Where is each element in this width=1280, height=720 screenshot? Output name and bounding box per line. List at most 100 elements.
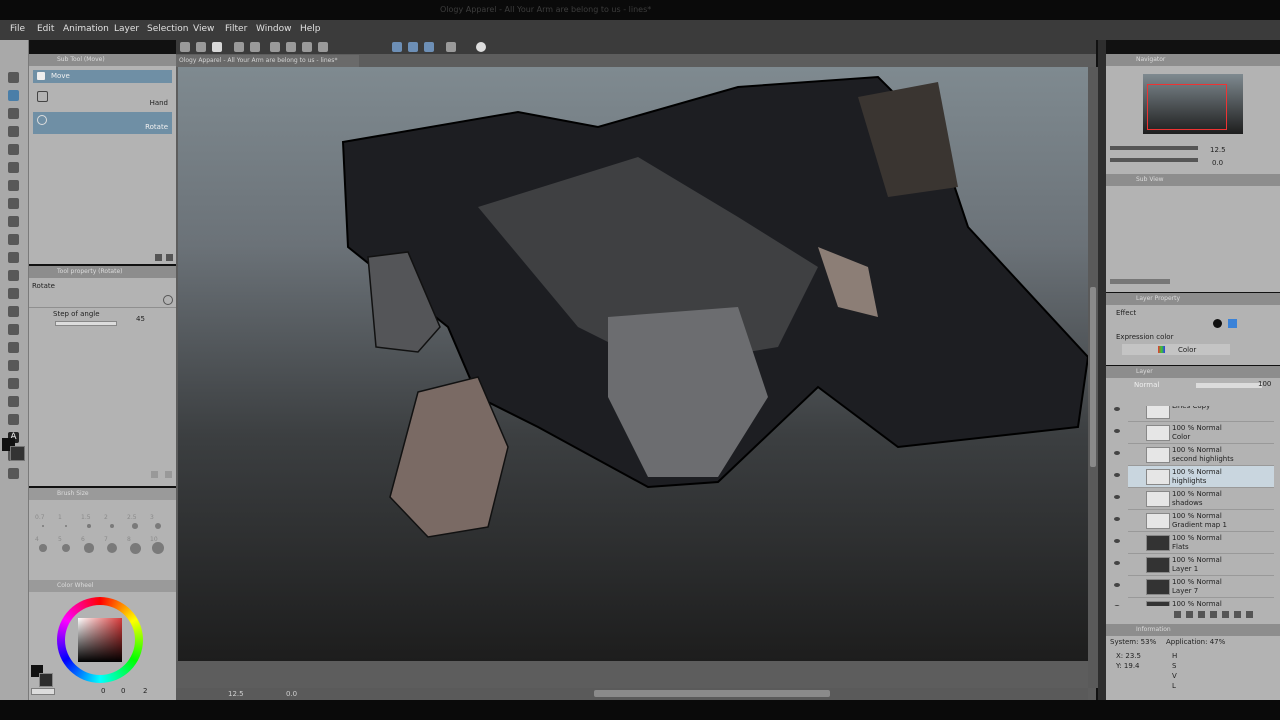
blend-mode-dropdown[interactable]: Normal [1134,381,1159,389]
eraser-tool-icon[interactable] [8,306,19,317]
horizontal-scrollbar[interactable]: 12.5 0.0 [176,688,1088,700]
fill-icon[interactable] [286,42,296,52]
layer-settings-icon[interactable] [446,42,456,52]
pencil-tool-icon[interactable] [8,234,19,245]
layer-visibility-icon[interactable] [1114,539,1120,543]
navigator-rotation-value[interactable]: 0.0 [1212,159,1223,167]
menu-edit[interactable]: Edit [37,24,54,34]
layer-visibility-icon[interactable] [1114,429,1120,433]
layer-row[interactable]: 100 % Normal Flats [1114,532,1274,554]
subtool-move[interactable]: Move [33,70,172,83]
brush-size-option[interactable]: 5 [56,536,76,556]
tool-property-search-icon[interactable] [163,295,173,305]
navigator-rotate-slider[interactable] [1110,158,1198,162]
horizontal-scroll-thumb[interactable] [594,690,830,697]
layer-row[interactable]: Lines Copy [1114,406,1274,422]
menu-help[interactable]: Help [300,24,321,34]
save-icon[interactable] [212,42,222,52]
brush-size-option[interactable]: 1 [56,514,76,534]
layer-visibility-icon[interactable] [1114,517,1120,521]
frame-tool-icon[interactable] [8,396,19,407]
color-wheel-toggle[interactable] [31,688,55,695]
vertical-scroll-thumb[interactable] [1090,287,1096,467]
brush-size-option[interactable]: 3 [148,514,168,534]
sub-color-swatch[interactable] [10,446,25,461]
layer-visibility-icon[interactable] [1114,605,1120,606]
undo-icon[interactable] [234,42,244,52]
layer-row[interactable]: 100 % NormalLayer 6 [1114,598,1274,606]
menu-animation[interactable]: Animation [63,24,109,34]
auto-select-icon[interactable] [8,180,19,191]
brush-size-option[interactable]: 2.5 [125,514,145,534]
tool-property-settings-icon[interactable] [165,471,172,478]
layer-visibility-icon[interactable] [1114,473,1120,477]
menu-view[interactable]: View [193,24,214,34]
brush-size-option[interactable]: 10 [148,536,168,556]
brush-size-option[interactable]: 4 [33,536,53,556]
zoom-tool-icon[interactable] [8,72,19,83]
eyedropper-icon[interactable] [8,198,19,209]
duplicate-layer-icon[interactable] [1234,611,1241,618]
help-icon[interactable] [476,42,486,52]
hue-ring[interactable] [57,597,143,683]
expression-color-dropdown[interactable]: Color [1122,344,1230,355]
blend-tool-icon[interactable] [8,324,19,335]
subtool-hand[interactable]: Hand [33,88,172,110]
tool-property-wrench-icon[interactable] [151,471,158,478]
brush-tool-icon[interactable] [8,252,19,263]
layer-row[interactable]: 100 % Normal Color [1114,422,1274,444]
snap-special-icon[interactable] [424,42,434,52]
layer-row[interactable]: 100 % Normal highlights [1114,466,1274,488]
ruler-tool-icon[interactable] [8,414,19,425]
menu-filter[interactable]: Filter [225,24,247,34]
fill-tool-icon[interactable] [8,342,19,353]
new-folder-icon[interactable] [1198,611,1205,618]
step-of-angle-slider[interactable] [55,321,117,326]
layer-visibility-icon[interactable] [1114,451,1120,455]
menu-window[interactable]: Window [256,24,292,34]
snap-grid-icon[interactable] [408,42,418,52]
secondary-color-swatch[interactable] [39,673,53,687]
clear-icon[interactable] [270,42,280,52]
redo-icon[interactable] [250,42,260,52]
layer-row[interactable]: 100 % Normal Layer 7 [1114,576,1274,598]
menu-file[interactable]: File [10,24,25,34]
layer-visibility-icon[interactable] [1114,495,1120,499]
subtool-delete-icon[interactable] [166,254,173,261]
drawing-canvas[interactable] [178,67,1088,661]
subtool-rotate[interactable]: Rotate [33,112,172,134]
subview-slider[interactable] [1110,279,1170,284]
deselect-icon[interactable] [318,42,328,52]
lasso-tool-icon[interactable] [8,162,19,173]
brush-size-option[interactable]: 0.7 [33,514,53,534]
layer-visibility-icon[interactable] [1114,407,1120,411]
subtool-menu-icon[interactable] [155,254,162,261]
effect-border-icon[interactable] [1213,319,1222,328]
open-icon[interactable] [196,42,206,52]
opacity-slider[interactable] [1196,383,1262,388]
document-tab[interactable]: Ology Apparel - All Your Arm are belong … [176,55,359,67]
navigator-zoom-value[interactable]: 12.5 [1210,146,1226,154]
menu-layer[interactable]: Layer [114,24,139,34]
move-layer-icon[interactable] [8,126,19,137]
snap-ruler-icon[interactable] [392,42,402,52]
navigator-viewport-frame[interactable] [1147,84,1227,130]
menu-selection[interactable]: Selection [147,24,188,34]
figure-tool-icon[interactable] [8,378,19,389]
layer-row[interactable]: 100 % Normal second highlights [1114,444,1274,466]
layer-visibility-icon[interactable] [1114,561,1120,565]
layer-row[interactable]: 100 % Normal shadows [1114,488,1274,510]
delete-layer-icon[interactable] [1246,611,1253,618]
decoration-tool-icon[interactable] [8,288,19,299]
layer-row[interactable]: 100 % Normal Gradient map 1 [1114,510,1274,532]
brush-size-option[interactable]: 1.5 [79,514,99,534]
correct-line-icon[interactable] [8,468,19,479]
layer-row[interactable]: 100 % Normal Layer 1 [1114,554,1274,576]
brush-size-option[interactable]: 2 [102,514,122,534]
status-zoom[interactable]: 12.5 [228,690,244,698]
navigator-zoom-slider[interactable] [1110,146,1198,150]
pen-tool-icon[interactable] [8,216,19,227]
operation-tool-icon[interactable] [8,108,19,119]
merge-layer-icon[interactable] [1210,611,1217,618]
brush-size-option[interactable]: 6 [79,536,99,556]
